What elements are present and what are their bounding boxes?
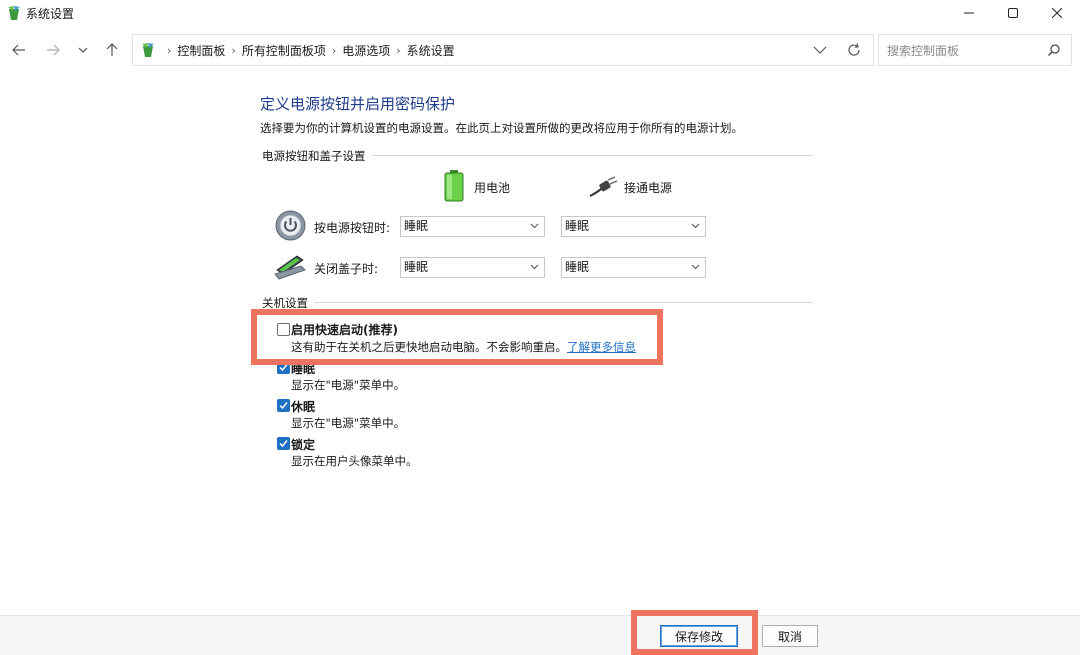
up-button[interactable] [101, 38, 123, 62]
save-changes-button[interactable]: 保存修改 [660, 625, 738, 647]
chevron-right-icon: › [231, 43, 236, 57]
back-button[interactable] [8, 38, 30, 62]
breadcrumb-item[interactable]: 控制面板 [177, 42, 225, 59]
forward-button[interactable] [42, 38, 64, 62]
address-bar[interactable]: › 控制面板 › 所有控制面板项 › 电源选项 › 系统设置 [132, 34, 874, 66]
window-title: 系统设置 [26, 7, 75, 21]
fast-startup-highlight [251, 309, 663, 365]
chevron-down-icon [691, 223, 700, 229]
chevron-right-icon: › [331, 43, 337, 57]
breadcrumb-item[interactable]: 所有控制面板项 [242, 42, 326, 59]
search-box [878, 34, 1072, 66]
breadcrumb-item[interactable]: 系统设置 [407, 42, 455, 59]
power-button-icon [275, 210, 306, 241]
search-input[interactable] [885, 41, 1039, 61]
plugged-column-header: 接通电源 [624, 181, 673, 195]
page-title: 定义电源按钮并启用密码保护 [260, 95, 456, 113]
select-value: 睡眠 [404, 219, 429, 233]
sleep-description: 显示在"电源"菜单中。 [291, 378, 406, 392]
laptop-lid-icon [274, 255, 306, 280]
select-value: 睡眠 [565, 260, 590, 274]
recent-locations-button[interactable] [72, 38, 94, 62]
chevron-right-icon: › [396, 43, 401, 57]
checkmark-icon [279, 402, 288, 410]
close-button[interactable] [1034, 0, 1080, 26]
cancel-button[interactable]: 取消 [762, 625, 818, 647]
group-divider [262, 302, 813, 303]
select-value: 睡眠 [404, 260, 429, 274]
battery-icon [444, 170, 464, 202]
footer-bar [0, 616, 1080, 655]
breadcrumb-item[interactable]: 电源选项 [342, 42, 390, 59]
control-panel-icon [8, 6, 20, 20]
maximize-button[interactable] [990, 0, 1036, 26]
power-button-label: 按电源按钮时: [314, 221, 391, 235]
lock-description: 显示在用户头像菜单中。 [291, 454, 418, 468]
refresh-icon[interactable] [845, 41, 863, 59]
chevron-down-icon [691, 264, 700, 270]
address-dropdown-icon[interactable] [811, 41, 829, 59]
hibernate-checkbox[interactable] [277, 399, 290, 412]
power-group-label: 电源按钮和盖子设置 [262, 148, 372, 164]
control-panel-icon [142, 43, 154, 57]
power-plug-icon [589, 176, 618, 197]
maximize-icon [1008, 8, 1018, 18]
up-arrow-icon [106, 43, 118, 56]
chevron-down-icon [530, 264, 539, 270]
power-button-plugged-select[interactable]: 睡眠 [561, 216, 706, 237]
chevron-down-icon [78, 47, 88, 53]
breadcrumb: › 控制面板 › 所有控制面板项 › 电源选项 › 系统设置 [141, 35, 455, 65]
checkmark-icon [279, 440, 288, 448]
page-description: 选择要为你的计算机设置的电源设置。在此页上对设置所做的更改将应用于你所有的电源计… [260, 121, 743, 135]
hibernate-description: 显示在"电源"菜单中。 [291, 416, 406, 430]
back-arrow-icon [12, 44, 25, 56]
chevron-down-icon [530, 223, 539, 229]
power-button-battery-select[interactable]: 睡眠 [400, 216, 545, 237]
select-value: 睡眠 [565, 219, 590, 233]
lock-checkbox[interactable] [277, 437, 290, 450]
search-icon[interactable] [1047, 43, 1061, 57]
forward-arrow-icon [47, 44, 60, 56]
lock-title[interactable]: 锁定 [291, 436, 315, 453]
minimize-button[interactable] [946, 0, 992, 26]
close-icon [1052, 8, 1062, 18]
lid-close-label: 关闭盖子时: [314, 262, 379, 276]
lid-close-plugged-select[interactable]: 睡眠 [561, 257, 706, 278]
lid-close-battery-select[interactable]: 睡眠 [400, 257, 545, 278]
battery-column-header: 用电池 [474, 181, 511, 195]
chevron-right-icon: › [167, 43, 172, 57]
title-bar: 系统设置 [0, 0, 1080, 26]
hibernate-title[interactable]: 休眠 [291, 398, 315, 415]
minimize-icon [964, 12, 974, 14]
